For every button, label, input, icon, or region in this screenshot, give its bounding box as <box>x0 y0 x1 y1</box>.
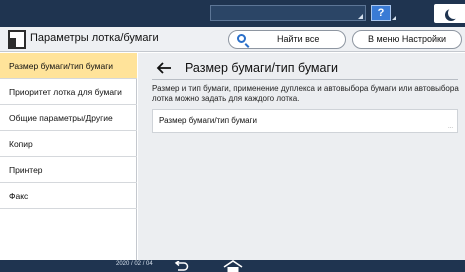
settings-menu-button[interactable]: В меню Настройки <box>352 30 462 49</box>
sidebar: Размер бумаги/тип бумаги Приоритет лотка… <box>0 53 137 260</box>
setting-row-label: Размер бумаги/тип бумаги <box>159 116 257 125</box>
sidebar-item-printer[interactable]: Принтер <box>0 157 137 183</box>
sidebar-item-tray-priority[interactable]: Приоритет лотка для бумаги <box>0 79 137 105</box>
status-message-field[interactable] <box>210 5 366 21</box>
return-icon[interactable] <box>173 261 189 272</box>
page-description: Размер и тип бумаги, применение дуплекса… <box>152 84 459 103</box>
sidebar-item-general-other[interactable]: Общие параметры/Другие <box>0 105 137 131</box>
page-title: Размер бумаги/тип бумаги <box>185 61 339 75</box>
sidebar-item-fax[interactable]: Факс <box>0 183 137 209</box>
help-label: ? <box>377 7 385 19</box>
status-bar: ? <box>0 0 465 27</box>
divider <box>152 79 458 80</box>
expand-corner-icon <box>392 16 396 20</box>
app-title: Параметры лотка/бумаги <box>30 32 159 44</box>
main-panel: Размер бумаги/тип бумаги Размер и тип бу… <box>138 53 465 260</box>
tray-settings-icon <box>8 30 26 49</box>
sidebar-item-paper-size-type[interactable]: Размер бумаги/тип бумаги <box>0 53 137 79</box>
back-arrow-icon[interactable] <box>156 62 172 74</box>
search-all-button[interactable]: Найти все <box>228 30 346 49</box>
search-all-label: Найти все <box>277 34 320 44</box>
date-display: 2020 / 02 / 04 <box>116 261 153 267</box>
search-icon <box>237 34 246 43</box>
more-ellipsis: ... <box>447 124 453 130</box>
help-button[interactable]: ? <box>371 5 396 21</box>
app-header: Параметры лотка/бумаги Найти все В меню … <box>0 27 465 52</box>
sidebar-item-copier[interactable]: Копир <box>0 131 137 157</box>
energy-saver-button[interactable] <box>434 4 465 23</box>
moon-icon <box>448 7 460 19</box>
bottom-bar: 2020 / 02 / 04 <box>0 260 465 272</box>
paper-size-type-setting-row[interactable]: Размер бумаги/тип бумаги ... <box>152 109 458 133</box>
expand-corner-icon <box>358 14 363 19</box>
home-icon[interactable] <box>218 260 248 272</box>
